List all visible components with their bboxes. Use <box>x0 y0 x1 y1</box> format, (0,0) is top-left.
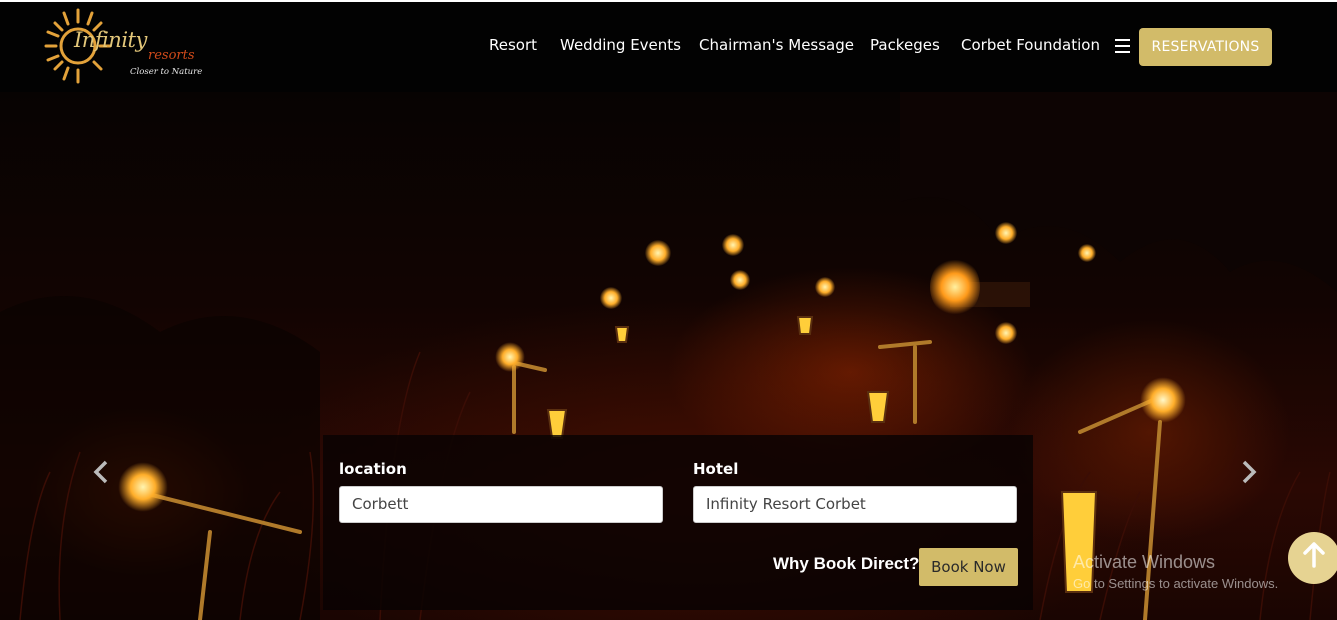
chevron-left-icon <box>93 460 108 484</box>
nav-item-packages[interactable]: Packeges <box>870 36 940 54</box>
activate-windows-title: Activate Windows <box>1073 552 1216 572</box>
activate-windows-subtitle: Go to Settings to activate Windows. <box>1073 576 1279 591</box>
book-now-button[interactable]: Book Now <box>919 548 1018 586</box>
chevron-right-icon <box>1242 460 1257 484</box>
arrow-up-icon <box>1303 542 1325 568</box>
nav-item-resort[interactable]: Resort <box>489 36 537 54</box>
scroll-to-top-button[interactable] <box>1288 532 1337 584</box>
logo-tagline: Closer to Nature <box>130 67 203 77</box>
hotel-select[interactable]: Infinity Resort Corbet <box>693 486 1017 523</box>
reservations-button[interactable]: RESERVATIONS <box>1139 28 1272 66</box>
location-label: location <box>339 460 407 478</box>
hamburger-icon[interactable] <box>1115 39 1130 53</box>
header-top-border <box>0 0 1337 2</box>
carousel-next-button[interactable] <box>1236 458 1260 486</box>
booking-form: location Corbett Hotel Infinity Resort C… <box>323 435 1033 610</box>
carousel-prev-button[interactable] <box>90 458 114 486</box>
main-nav: Resort Wedding Events Chairman's Message… <box>0 36 1337 60</box>
nav-item-corbet-foundation[interactable]: Corbet Foundation <box>961 36 1100 54</box>
why-book-direct-link[interactable]: Why Book Direct? <box>773 554 919 574</box>
site-header: Infinity resorts Closer to Nature Resort… <box>0 0 1337 92</box>
hotel-label: Hotel <box>693 460 739 478</box>
location-select[interactable]: Corbett <box>339 486 663 523</box>
nav-item-chairmans-message[interactable]: Chairman's Message <box>699 36 854 54</box>
nav-item-wedding-events[interactable]: Wedding Events <box>560 36 681 54</box>
